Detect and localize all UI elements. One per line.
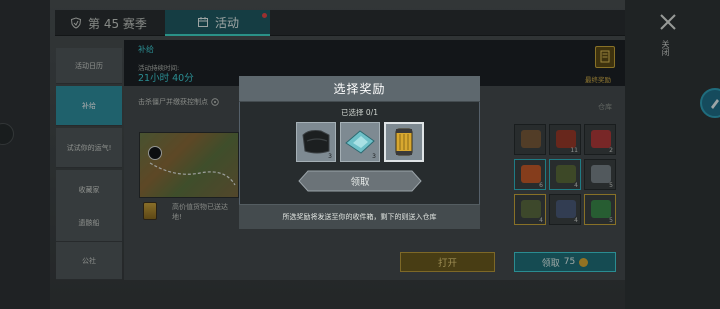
filter-icon	[395, 128, 413, 156]
reward-count: 3	[328, 153, 332, 160]
dialog-title: 选择奖励	[239, 76, 480, 102]
selection-counter: 已选择 0/1	[341, 108, 378, 117]
reward-option-cloth[interactable]: 3	[296, 122, 336, 162]
reward-option-tarp[interactable]: 3	[340, 122, 380, 162]
reward-option-filter[interactable]	[384, 122, 424, 162]
reward-count: 3	[372, 153, 376, 160]
dialog-footer-note: 所选奖励将发送至你的收件箱，剩下的则送入仓库	[239, 204, 480, 229]
claim-button-label: 领取	[350, 177, 370, 188]
